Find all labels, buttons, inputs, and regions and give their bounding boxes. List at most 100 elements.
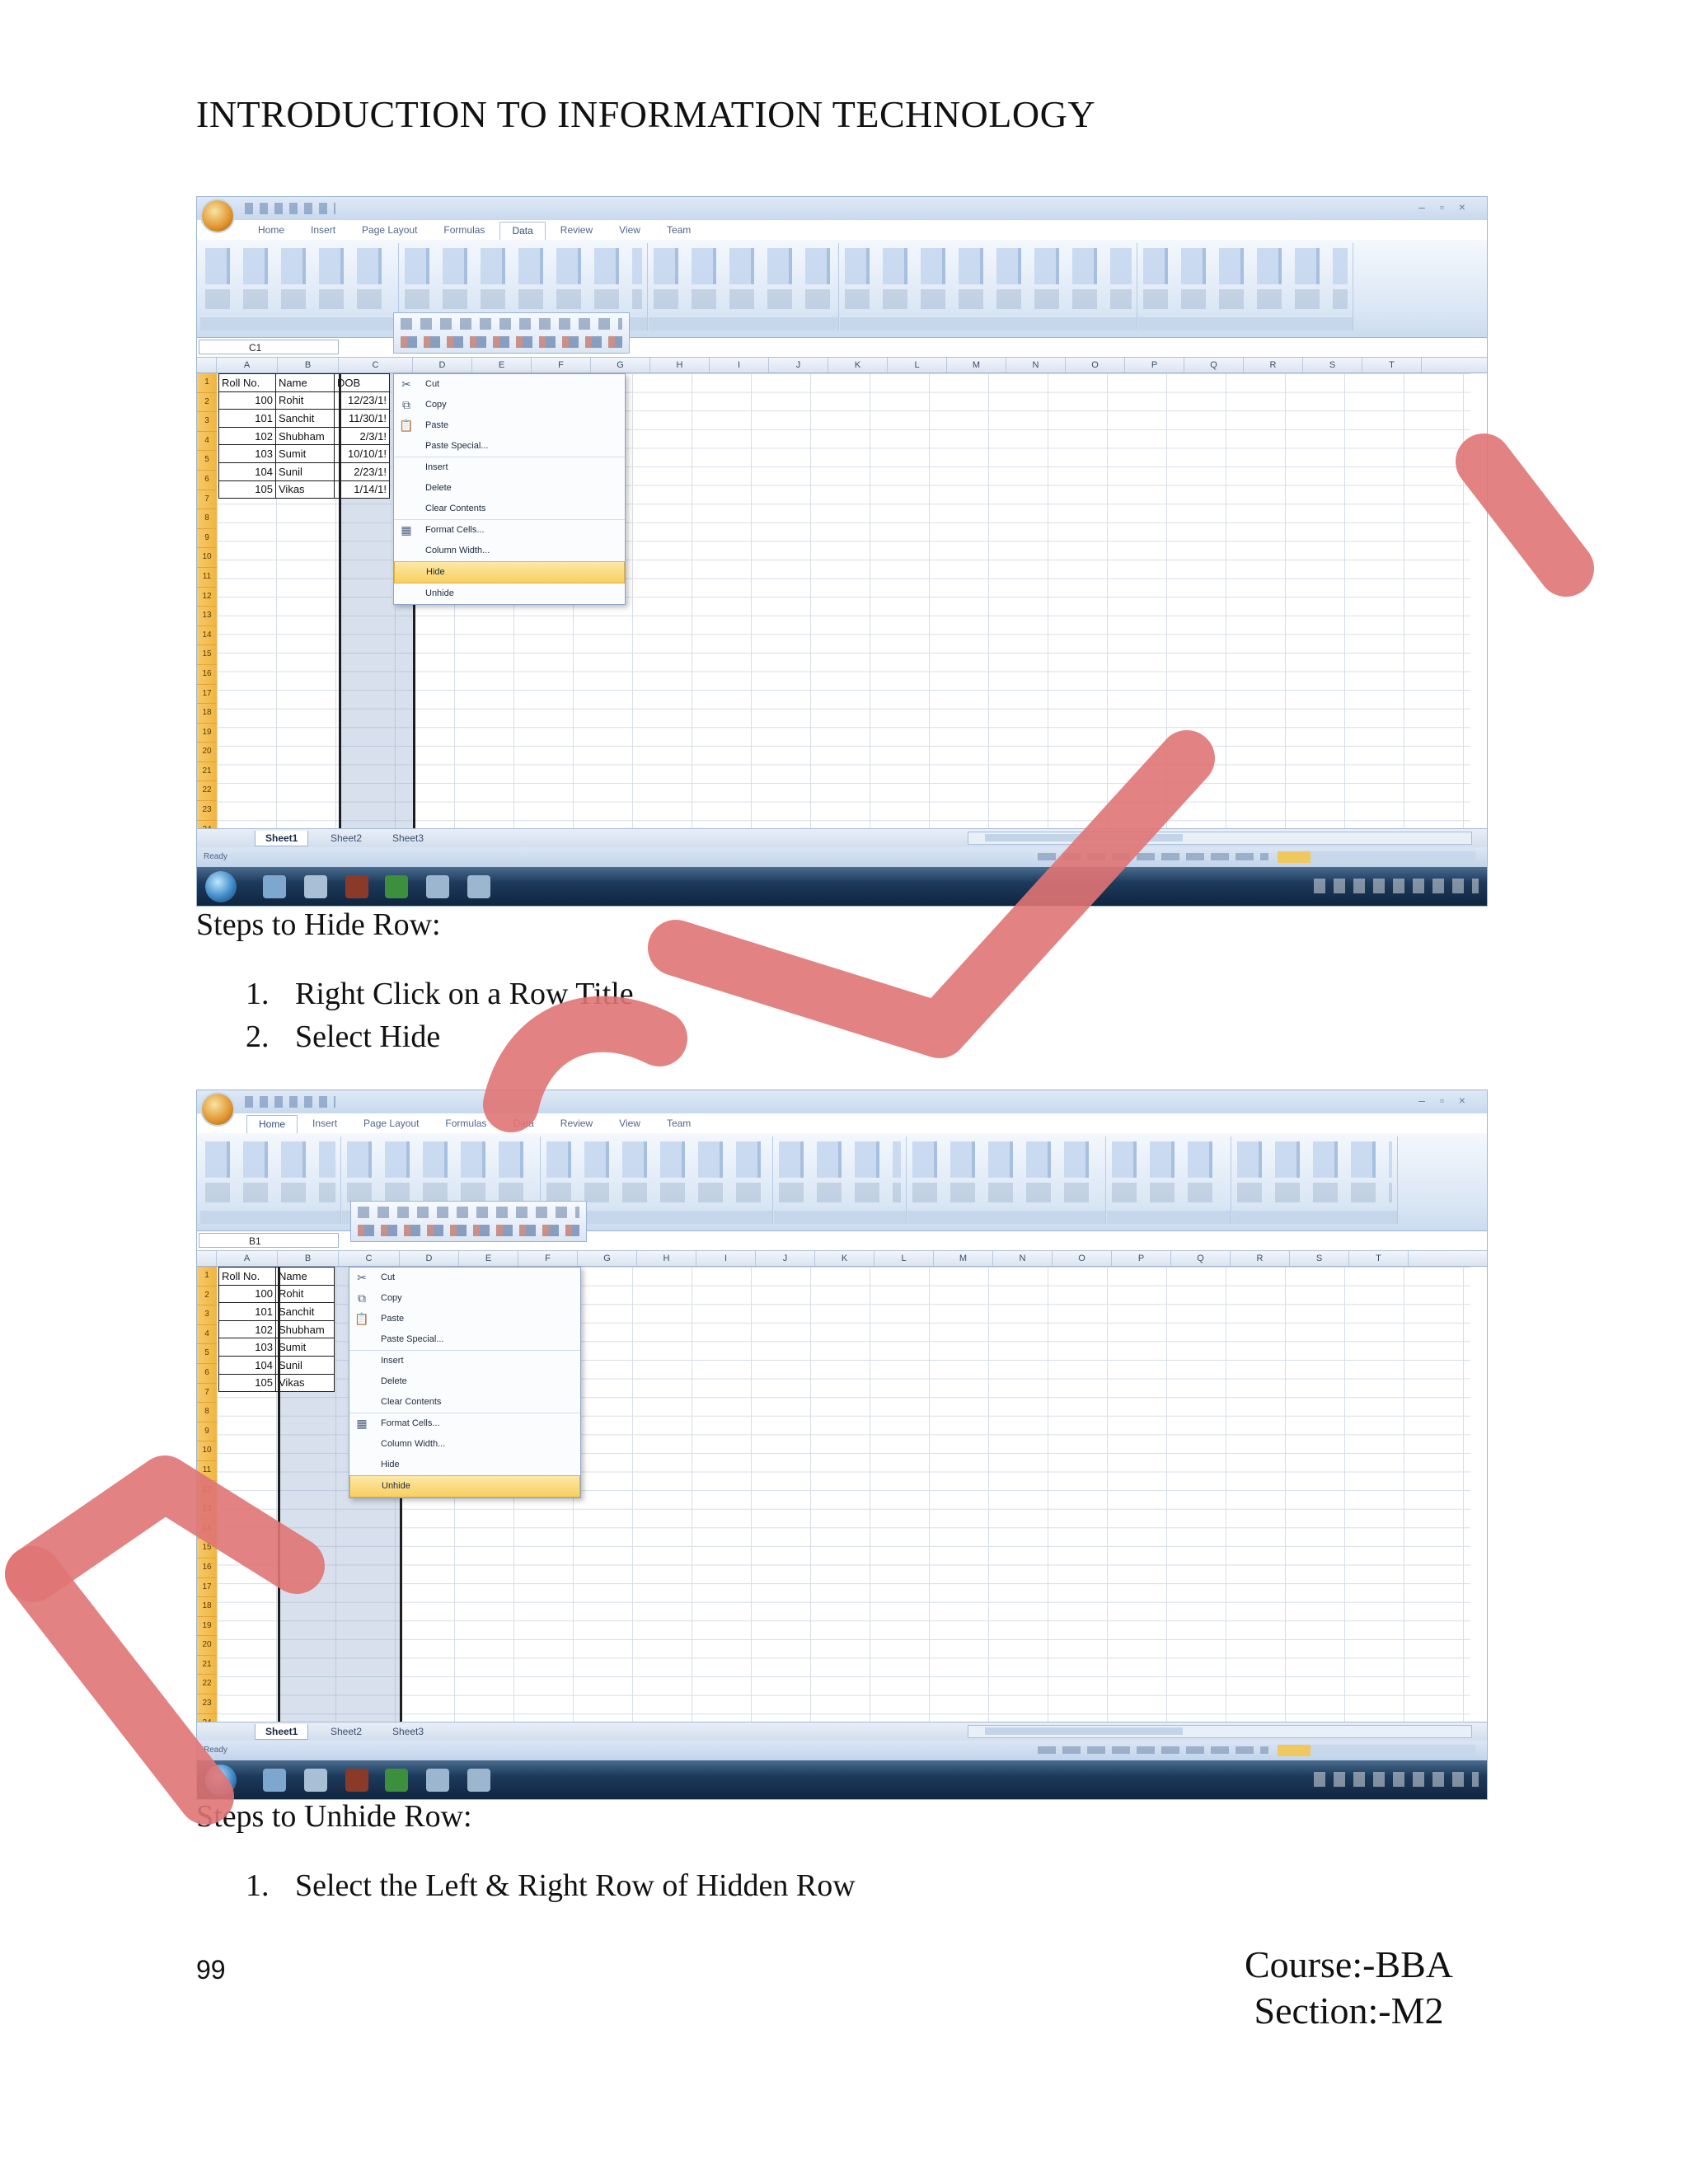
row-header[interactable]: 19	[197, 1617, 217, 1637]
row-header[interactable]: 23	[197, 1694, 217, 1714]
menu-item-cut[interactable]: ✂ Cut	[394, 374, 625, 395]
menu-item-paste[interactable]: 📋 Paste	[349, 1309, 580, 1329]
row-header[interactable]: 18	[197, 1597, 217, 1617]
column-header[interactable]: F	[518, 1251, 578, 1266]
column-header[interactable]: B	[278, 358, 339, 373]
row-header[interactable]: 22	[197, 781, 217, 802]
row-header[interactable]: 2	[197, 393, 217, 413]
menu-item-copy[interactable]: ⧉ Copy	[394, 395, 625, 415]
row-header[interactable]: 11	[197, 568, 217, 588]
select-all-corner[interactable]	[197, 358, 217, 373]
row-header[interactable]: 4	[197, 432, 217, 452]
column-header[interactable]: A	[217, 358, 278, 373]
menu-item-column-width[interactable]: Column Width...	[394, 541, 625, 561]
column-header[interactable]: R	[1231, 1251, 1290, 1266]
menu-item-unhide[interactable]: Unhide	[349, 1475, 580, 1497]
menu-item-hide[interactable]: Hide	[394, 561, 625, 583]
column-header[interactable]: P	[1125, 358, 1184, 373]
row-header[interactable]: 9	[197, 1422, 217, 1442]
column-header[interactable]: A	[217, 1251, 278, 1266]
taskbar-app-icon[interactable]	[426, 875, 449, 898]
row-header[interactable]: 13	[197, 607, 217, 626]
column-header[interactable]: S	[1303, 358, 1362, 373]
column-header[interactable]: H	[637, 1251, 696, 1266]
taskbar-app-icon[interactable]	[426, 1769, 449, 1792]
column-header[interactable]: S	[1290, 1251, 1349, 1266]
row-header[interactable]: 17	[197, 1578, 217, 1598]
column-header[interactable]: R	[1244, 358, 1303, 373]
column-header[interactable]: L	[874, 1251, 934, 1266]
menu-item-clear-contents[interactable]: Clear Contents	[349, 1392, 580, 1413]
taskbar-app-icon[interactable]	[263, 875, 286, 898]
column-header[interactable]: O	[1053, 1251, 1112, 1266]
column-header[interactable]: T	[1362, 358, 1422, 373]
row-header[interactable]: 10	[197, 1441, 217, 1461]
menu-item-clear-contents[interactable]: Clear Contents	[394, 499, 625, 519]
column-header[interactable]: E	[459, 1251, 518, 1266]
column-header[interactable]: K	[828, 358, 888, 373]
horizontal-scrollbar[interactable]	[968, 832, 1472, 845]
row-header[interactable]: 20	[197, 1636, 217, 1656]
menu-item-paste[interactable]: 📋 Paste	[394, 415, 625, 436]
column-header[interactable]: C	[339, 1251, 400, 1266]
column-header[interactable]: F	[532, 358, 591, 373]
row-header[interactable]: 6	[197, 1364, 217, 1384]
column-header[interactable]: L	[888, 358, 947, 373]
row-header[interactable]: 5	[197, 451, 217, 471]
taskbar-app-icon[interactable]	[345, 875, 368, 898]
row-header[interactable]: 7	[197, 490, 217, 510]
column-header[interactable]: G	[578, 1251, 637, 1266]
row-header[interactable]: 19	[197, 724, 217, 743]
row-header[interactable]: 20	[197, 743, 217, 762]
menu-item-format-cells[interactable]: ▦ Format Cells...	[349, 1413, 580, 1434]
row-header[interactable]: 11	[197, 1461, 217, 1481]
menu-item-cut[interactable]: ✂ Cut	[349, 1268, 580, 1288]
row-header[interactable]: 8	[197, 509, 217, 529]
row-header[interactable]: 14	[197, 1520, 217, 1540]
sheet-tab-3[interactable]: Sheet3	[382, 1724, 434, 1739]
excel-taskbar-icon[interactable]	[385, 875, 408, 898]
row-header[interactable]: 16	[197, 665, 217, 685]
column-header[interactable]: G	[591, 358, 650, 373]
row-header[interactable]: 10	[197, 548, 217, 568]
row-header[interactable]: 23	[197, 801, 217, 821]
row-header[interactable]: 1	[197, 373, 217, 393]
taskbar-app-icon[interactable]	[304, 875, 327, 898]
column-header[interactable]: D	[413, 358, 472, 373]
row-header[interactable]: 3	[197, 1305, 217, 1325]
sheet-tab-3[interactable]: Sheet3	[382, 831, 434, 846]
row-header[interactable]: 7	[197, 1384, 217, 1404]
sheet-tab-2[interactable]: Sheet2	[321, 1724, 372, 1739]
column-header[interactable]: M	[947, 358, 1006, 373]
sheet-tab-1[interactable]: Sheet1	[255, 831, 309, 846]
row-header[interactable]: 1	[197, 1267, 217, 1286]
menu-item-unhide[interactable]: Unhide	[394, 583, 625, 604]
row-header[interactable]: 21	[197, 762, 217, 782]
column-header[interactable]: K	[815, 1251, 874, 1266]
row-header[interactable]: 9	[197, 529, 217, 549]
menu-item-delete[interactable]: Delete	[394, 478, 625, 499]
taskbar-app-icon[interactable]	[304, 1769, 327, 1792]
column-header[interactable]: Q	[1171, 1251, 1231, 1266]
menu-item-paste-special[interactable]: Paste Special...	[394, 436, 625, 457]
column-header[interactable]: N	[993, 1251, 1053, 1266]
column-header[interactable]: T	[1349, 1251, 1409, 1266]
taskbar-app-icon[interactable]	[467, 1769, 490, 1792]
horizontal-scrollbar[interactable]	[968, 1725, 1472, 1738]
menu-item-column-width[interactable]: Column Width...	[349, 1434, 580, 1455]
column-header[interactable]: I	[696, 1251, 756, 1266]
row-header[interactable]: 4	[197, 1325, 217, 1345]
start-button-icon[interactable]	[205, 871, 237, 902]
menu-item-delete[interactable]: Delete	[349, 1371, 580, 1392]
row-header[interactable]: 6	[197, 471, 217, 490]
row-header[interactable]: 22	[197, 1675, 217, 1695]
row-header[interactable]: 18	[197, 704, 217, 724]
row-header[interactable]: 3	[197, 412, 217, 432]
menu-item-paste-special[interactable]: Paste Special...	[349, 1329, 580, 1350]
row-header[interactable]: 12	[197, 1481, 217, 1501]
sheet-tab-2[interactable]: Sheet2	[321, 831, 372, 846]
row-header[interactable]: 15	[197, 1539, 217, 1558]
row-header[interactable]: 16	[197, 1558, 217, 1578]
column-header[interactable]: J	[769, 358, 828, 373]
column-header[interactable]: H	[650, 358, 710, 373]
